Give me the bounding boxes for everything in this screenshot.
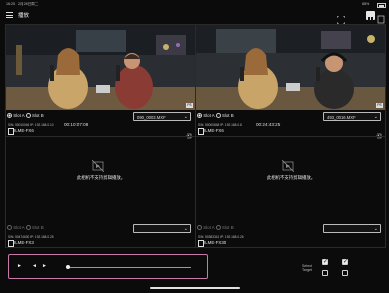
camera-model: ILME-FX6 <box>204 128 224 133</box>
slot-b-label: Slot B <box>221 113 234 118</box>
export-icon[interactable] <box>376 126 382 139</box>
chevron-down-icon: ⌄ <box>183 114 188 120</box>
slot-a-label: Slot A <box>13 225 25 230</box>
slot-a-radio[interactable] <box>7 113 12 119</box>
slot-a-label: Slot A <box>13 113 25 118</box>
hamburger-icon[interactable] <box>6 12 13 18</box>
status-date: 2月28日周二 <box>18 2 39 6</box>
camera-info: S/N: 50474630 IP: 192.168.0.25 <box>8 235 54 239</box>
slot-b-radio[interactable] <box>25 113 31 119</box>
timecode: 00:10:07:08 <box>64 122 89 127</box>
video-preview-1[interactable]: PS <box>6 25 195 110</box>
slot-b-radio <box>25 225 31 231</box>
slot-a-radio <box>197 225 202 231</box>
seek-bar[interactable] <box>67 267 191 268</box>
camera-model: ILME-FX6 <box>14 128 34 133</box>
status-battery: 88% <box>362 2 370 6</box>
target-checkbox-4[interactable] <box>342 270 348 276</box>
clip-dropdown[interactable]: 493_0016.MXF ⌄ <box>323 112 381 121</box>
seek-handle[interactable] <box>66 265 70 269</box>
slot-a-radio[interactable] <box>197 113 202 119</box>
playback-controls-panel: ► ◄ ► <box>8 254 208 279</box>
unsupported-message: 此相机不支持剪辑播放。 <box>76 175 126 180</box>
timecode: 00:24:43:25 <box>256 122 281 127</box>
clip-dropdown[interactable]: ⌄ <box>133 224 191 233</box>
target-checkbox-3[interactable] <box>322 270 328 276</box>
unsupported-message: 此相机不支持剪辑播放。 <box>266 175 316 180</box>
slot-b-label: Slot B <box>31 225 44 230</box>
ps-badge: PS <box>186 103 193 108</box>
page-title: 播放 <box>18 13 30 19</box>
camera-info: S/N: 50000848 IP: 192.168.0.8 <box>198 123 242 127</box>
no-playback-icon <box>281 159 295 173</box>
home-indicator[interactable] <box>150 287 240 289</box>
camera-model: ILME-FX3 <box>14 240 34 245</box>
slot-a-label: Slot A <box>203 113 215 118</box>
slot-b-label: Slot B <box>221 225 234 230</box>
battery-icon <box>377 3 386 8</box>
camera-info: S/N: 50010046 IP: 192.168.0.10 <box>8 123 54 127</box>
chevron-down-icon: ⌄ <box>183 226 188 232</box>
slot-b-radio[interactable] <box>215 113 221 119</box>
camera-panel-2: PS Slot A Slot B 493_0016.MXF ⌄ S/N: 500… <box>195 24 386 139</box>
no-playback-icon <box>91 159 105 173</box>
camera-info: S/N: 50383341 IP: 192.168.0.26 <box>198 235 244 239</box>
previous-button[interactable]: ◄ <box>32 263 37 269</box>
single-layout-icon[interactable] <box>377 11 385 24</box>
slot-a-radio <box>7 225 12 231</box>
fullscreen-icon[interactable] <box>336 11 346 25</box>
select-target-label: Select Target <box>302 264 312 272</box>
play-button[interactable]: ► <box>17 263 22 269</box>
export-icon[interactable] <box>186 126 192 139</box>
camera-model: ILME-FX30 <box>204 240 227 245</box>
clip-dropdown[interactable]: 090_0003.MXF ⌄ <box>133 112 191 121</box>
video-preview-2[interactable]: PS <box>196 25 385 110</box>
grid-layout-icon[interactable] <box>366 11 375 22</box>
camera-panel-3: 此相机不支持剪辑播放。 Slot A Slot B ⌄ S/N: 5047463… <box>5 136 196 248</box>
camera-panel-4: 此相机不支持剪辑播放。 Slot A Slot B ⌄ S/N: 5038334… <box>195 136 386 248</box>
clip-dropdown-value: 493_0016.MXF <box>327 115 356 120</box>
clip-dropdown[interactable]: ⌄ <box>323 224 381 233</box>
clip-dropdown-value: 090_0003.MXF <box>137 115 166 120</box>
camera-panel-1: PS Slot A Slot B 090_0003.MXF ⌄ S/N: 500… <box>5 24 196 139</box>
chevron-down-icon: ⌄ <box>373 114 378 120</box>
status-time: 16:25 <box>6 2 15 6</box>
chevron-down-icon: ⌄ <box>373 226 378 232</box>
ps-badge: PS <box>376 103 383 108</box>
next-button[interactable]: ► <box>42 263 47 269</box>
target-checkbox-1[interactable] <box>322 258 328 265</box>
slot-b-radio <box>215 225 221 231</box>
target-checkbox-2[interactable] <box>342 258 348 265</box>
slot-b-label: Slot B <box>31 113 44 118</box>
slot-a-label: Slot A <box>203 225 215 230</box>
